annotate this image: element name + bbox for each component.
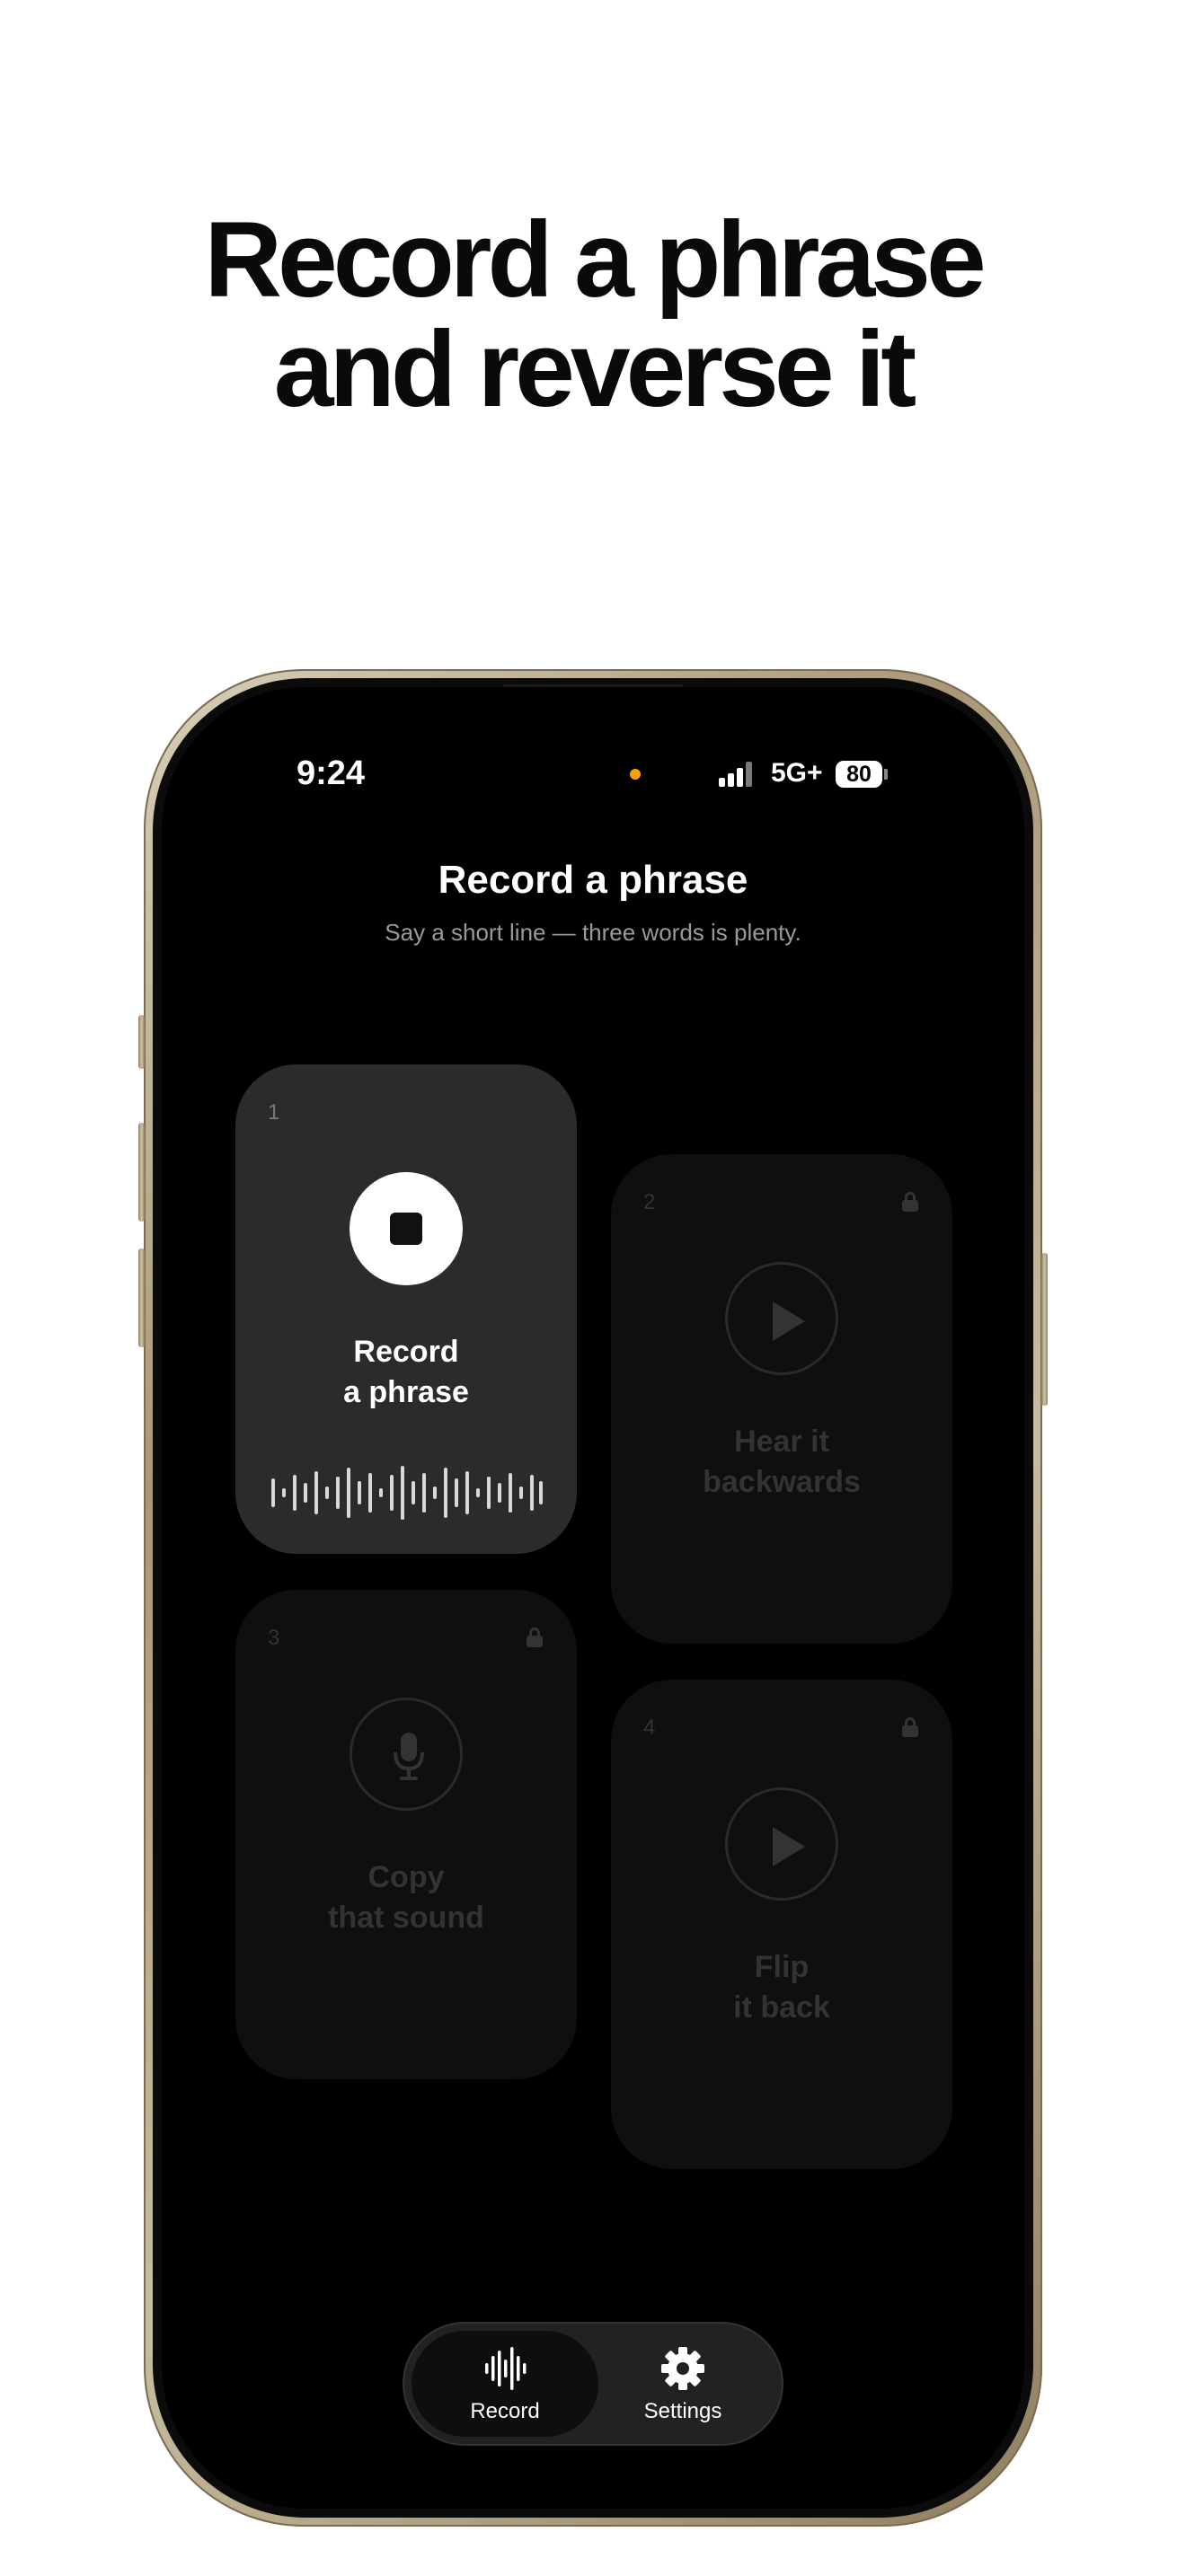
step-number: 3: [268, 1626, 280, 1650]
step-label-line-1: Copy: [367, 1860, 445, 1894]
step-label: Flip it back: [611, 1947, 952, 2028]
battery-cap: [884, 769, 888, 780]
headline-line-1: Record a phrase: [204, 199, 986, 320]
tab-label: Settings: [643, 2399, 722, 2423]
cellular-signal-icon: [719, 762, 758, 787]
stop-icon: [390, 1213, 422, 1245]
headline-line-2: and reverse it: [273, 309, 916, 429]
step-label-line-2: it back: [733, 1990, 830, 2025]
action-button: [138, 1015, 145, 1069]
screen-subtitle: Say a short line — three words is plenty…: [385, 919, 801, 946]
lock-icon: [527, 1628, 543, 1647]
step-label-line-2: a phrase: [343, 1375, 469, 1409]
tab-record[interactable]: Record: [412, 2331, 598, 2437]
play-icon: [773, 1827, 805, 1866]
battery-level: 80: [846, 762, 872, 787]
network-type: 5G+: [771, 758, 823, 788]
step-number: 1: [268, 1100, 280, 1125]
mic-icon: [394, 1733, 424, 1780]
step-label-line-1: Flip: [754, 1950, 810, 1984]
tab-settings[interactable]: Settings: [589, 2331, 776, 2437]
step-card-flip-back: 4 Flip it back: [611, 1680, 952, 2169]
status-indicators: 5G+ 80: [719, 756, 1024, 792]
step-label-line-1: Hear it: [734, 1425, 829, 1459]
tab-bar: Record Settings: [403, 2322, 783, 2446]
marketing-headline: Record a phrase and reverse it: [0, 205, 1186, 424]
waveform-icon: [485, 2347, 527, 2390]
step-label-line-1: Record: [353, 1335, 459, 1369]
step-number: 2: [643, 1190, 656, 1214]
gear-icon: [661, 2347, 704, 2390]
status-time: 9:24: [296, 754, 366, 792]
tab-label: Record: [470, 2399, 540, 2423]
play-button: [725, 1262, 838, 1375]
step-card-record[interactable]: 1 Record a phrase: [235, 1064, 577, 1554]
step-label: Hear it backwards: [611, 1422, 952, 1503]
step-label: Record a phrase: [235, 1332, 577, 1413]
step-label-line-2: backwards: [703, 1465, 861, 1499]
play-icon: [773, 1301, 805, 1341]
step-label-line-2: that sound: [328, 1901, 484, 1935]
volume-down-button: [138, 1248, 145, 1347]
battery-icon: 80: [836, 761, 882, 788]
power-button: [1041, 1253, 1048, 1406]
lock-icon: [902, 1192, 918, 1212]
screen-title: Record a phrase: [438, 858, 748, 902]
privacy-indicator-dot: [630, 769, 641, 780]
stop-recording-button[interactable]: [350, 1172, 463, 1285]
step-label: Copy that sound: [235, 1857, 577, 1938]
step-number: 4: [643, 1716, 656, 1740]
microphone-button: [350, 1698, 463, 1811]
step-card-hear-backwards: 2 Hear it backwards: [611, 1154, 952, 1644]
waveform-icon: [271, 1466, 543, 1520]
step-card-copy-sound: 3 Copy that sound: [235, 1590, 577, 2079]
play-button: [725, 1787, 838, 1901]
lock-icon: [902, 1717, 918, 1737]
volume-up-button: [138, 1123, 145, 1222]
phone-screen: 9:24 5G+ 80 Record a phrase Say a short …: [162, 687, 1024, 2509]
